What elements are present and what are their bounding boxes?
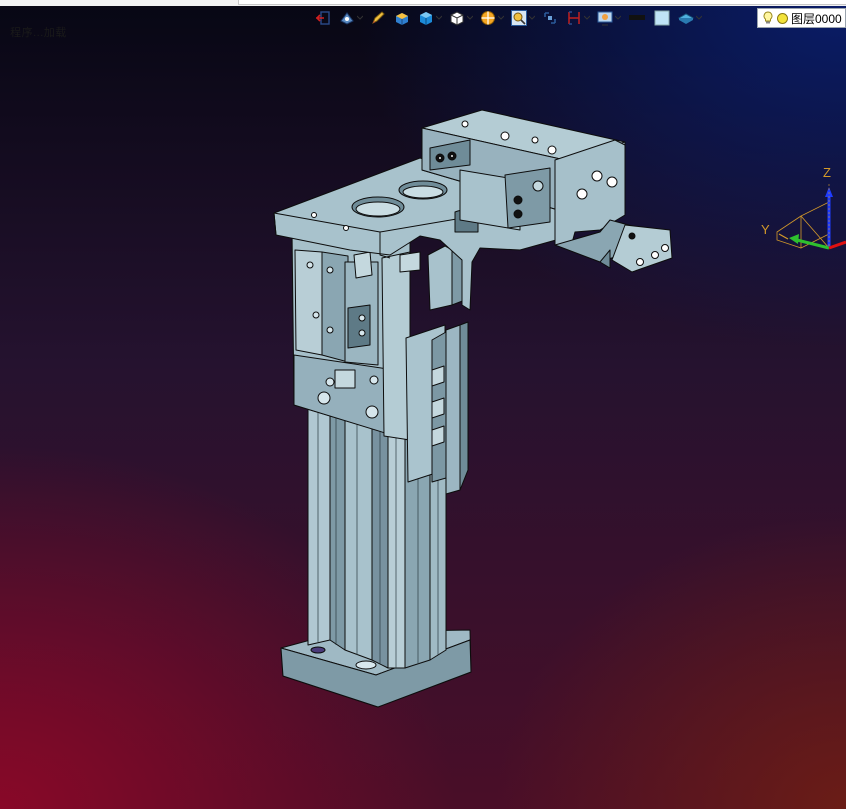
cad-assembly-model[interactable]: [0, 0, 846, 809]
axis-triad: Z Y: [761, 165, 846, 250]
axis-z-label: Z: [823, 165, 831, 180]
axis-y-label: Y: [761, 222, 770, 237]
end-bracket: [554, 139, 673, 273]
